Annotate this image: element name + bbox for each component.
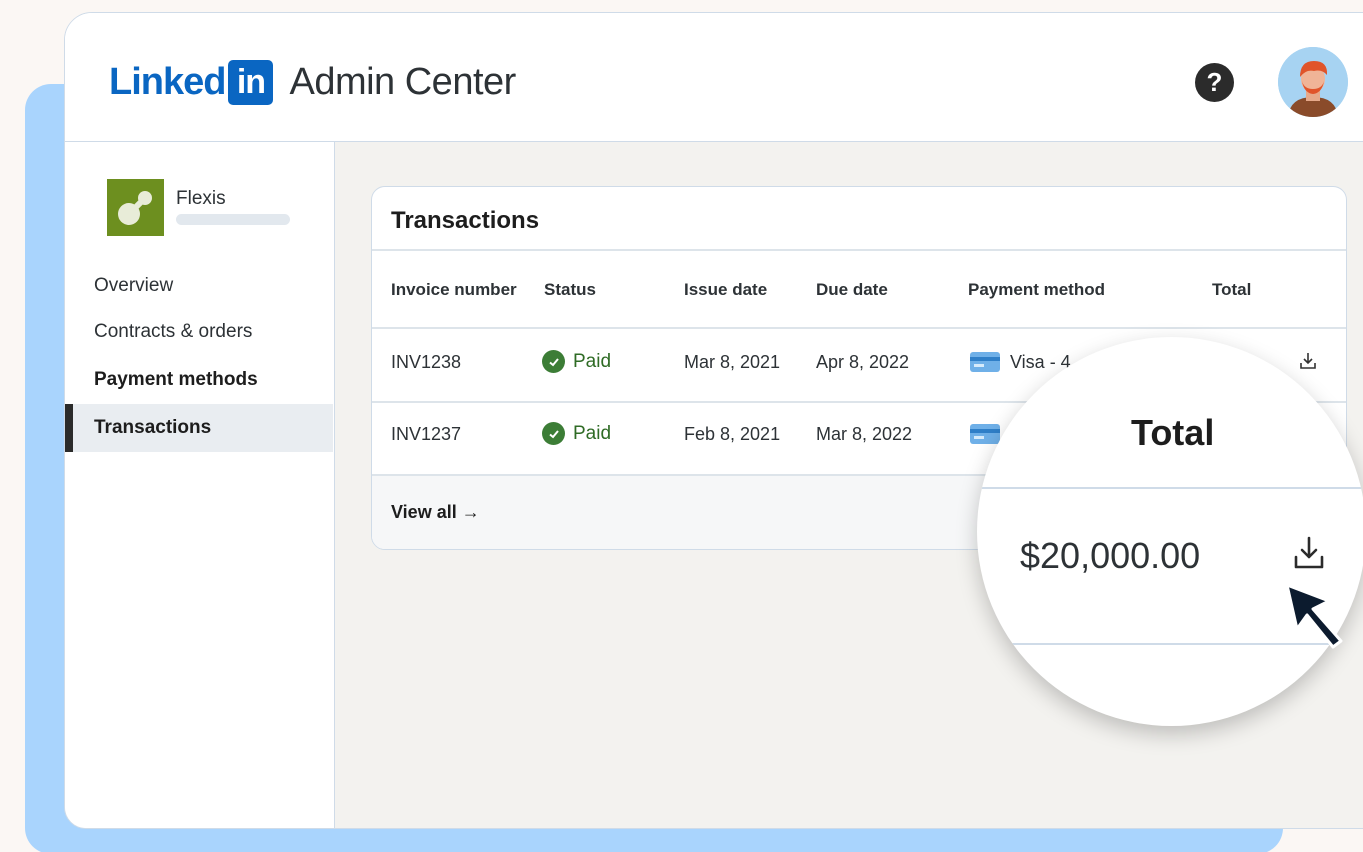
download-icon[interactable] bbox=[1291, 535, 1327, 571]
row-1-issue-date: Mar 8, 2021 bbox=[684, 352, 781, 372]
download-icon[interactable] bbox=[1298, 351, 1318, 371]
row-2-due-date: Mar 8, 2022 bbox=[816, 424, 913, 444]
status-label: Paid bbox=[573, 350, 612, 372]
org-name: Flexis bbox=[176, 188, 226, 209]
sidebar-item-overview[interactable]: Overview bbox=[65, 262, 333, 310]
divider bbox=[977, 487, 1363, 489]
row-2-invoice[interactable]: INV1237 bbox=[391, 424, 461, 445]
column-header-payment-method[interactable]: Payment method bbox=[968, 280, 1105, 300]
card-title: Transactions bbox=[391, 207, 540, 234]
row-1-due-date: Apr 8, 2022 bbox=[816, 352, 910, 372]
magnified-total-value: $20,000.00 bbox=[1020, 535, 1201, 576]
user-avatar[interactable] bbox=[1278, 47, 1348, 117]
sidebar-item-contracts-orders[interactable]: Contracts & orders bbox=[65, 308, 333, 356]
column-header-due-date[interactable]: Due date bbox=[816, 280, 888, 300]
app-title: Admin Center bbox=[289, 61, 516, 103]
column-header-issue-date[interactable]: Issue date bbox=[684, 280, 767, 300]
magnified-total-header: Total bbox=[1131, 412, 1215, 453]
row-1-invoice[interactable]: INV1238 bbox=[391, 352, 461, 373]
divider bbox=[372, 327, 1346, 329]
sidebar-item-payment-methods[interactable]: Payment methods bbox=[65, 356, 333, 404]
top-bar: Linked in Admin Center ? bbox=[65, 13, 1363, 142]
org-subtitle-placeholder bbox=[176, 214, 290, 225]
zoom-magnifier: Total $20,000.00 bbox=[977, 337, 1363, 726]
row-2-status: Paid bbox=[542, 422, 611, 445]
column-header-total[interactable]: Total bbox=[1212, 280, 1251, 300]
check-circle-icon bbox=[542, 350, 565, 373]
logo-linked-text: Linked bbox=[109, 61, 226, 103]
column-header-invoice[interactable]: Invoice number bbox=[391, 280, 517, 300]
row-1-status: Paid bbox=[542, 350, 611, 373]
view-all-link[interactable]: View all → bbox=[391, 502, 480, 523]
org-logo-icon bbox=[107, 179, 164, 236]
question-circle-icon[interactable]: ? bbox=[1195, 63, 1234, 102]
check-circle-icon bbox=[542, 422, 565, 445]
credit-card-icon bbox=[970, 352, 1000, 372]
logo-in-badge: in bbox=[228, 60, 274, 105]
sidebar: Flexis Overview Contracts & orders Payme… bbox=[65, 142, 335, 828]
credit-card-icon bbox=[970, 424, 1000, 444]
sidebar-item-transactions[interactable]: Transactions bbox=[65, 404, 333, 452]
linkedin-admin-logo[interactable]: Linked in Admin Center bbox=[109, 60, 516, 105]
status-label: Paid bbox=[573, 422, 612, 444]
row-2-issue-date: Feb 8, 2021 bbox=[684, 424, 781, 444]
avatar-illustration-icon bbox=[1278, 47, 1348, 117]
mouse-cursor-icon bbox=[1285, 583, 1343, 649]
divider bbox=[372, 249, 1346, 251]
column-header-status[interactable]: Status bbox=[544, 280, 596, 300]
